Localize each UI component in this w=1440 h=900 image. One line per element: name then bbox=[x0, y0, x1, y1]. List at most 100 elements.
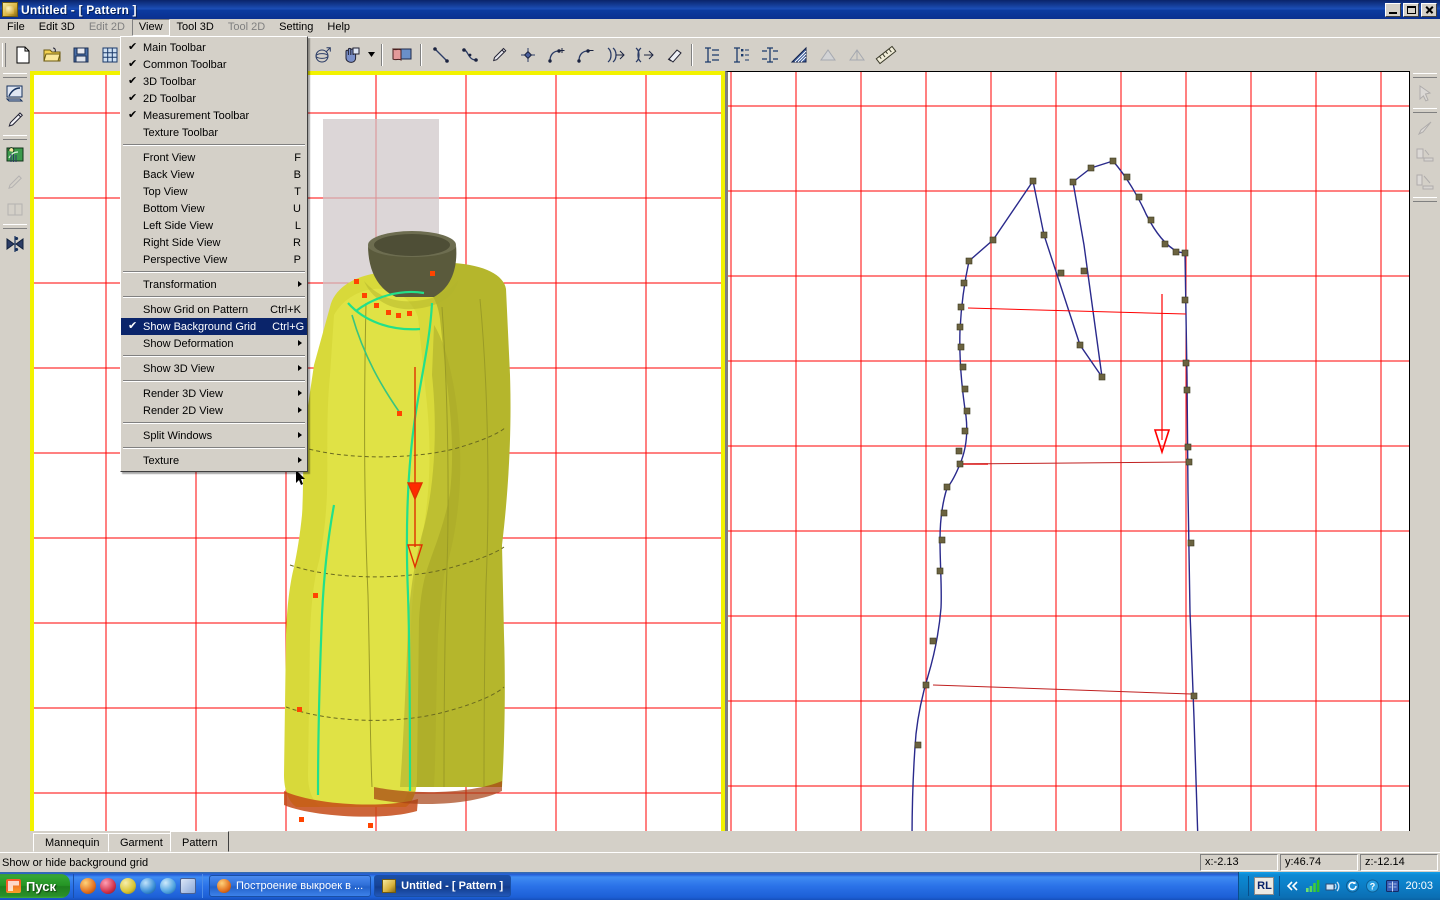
pen-tool-icon[interactable] bbox=[2, 107, 28, 133]
application-window: Untitled - [ Pattern ] File Edit 3D Edit… bbox=[0, 0, 1440, 900]
menu-item-label: Split Windows bbox=[143, 430, 212, 442]
clock[interactable]: 20:03 bbox=[1405, 880, 1433, 892]
help-icon[interactable]: ? bbox=[1365, 879, 1380, 894]
menu-edit-3d[interactable]: Edit 3D bbox=[32, 19, 82, 36]
orbit-icon[interactable] bbox=[309, 42, 336, 68]
menu-item-right-side-view[interactable]: Right Side View R bbox=[121, 234, 307, 251]
tab-garment[interactable]: Garment bbox=[108, 833, 175, 852]
chevron-left-icon[interactable] bbox=[1285, 879, 1300, 894]
2d-pattern-viewport[interactable] bbox=[725, 71, 1410, 837]
texture-map-icon[interactable] bbox=[2, 142, 28, 168]
task-button-browser[interactable]: Построение выкроек в ... bbox=[209, 875, 371, 897]
minimize-button[interactable] bbox=[1385, 3, 1401, 17]
check-icon: ✔ bbox=[128, 76, 137, 87]
sew-right-icon[interactable] bbox=[601, 42, 628, 68]
mannequin-view-icon[interactable] bbox=[2, 80, 28, 106]
chevron-down-icon[interactable] bbox=[366, 42, 377, 68]
menu-item-bottom-view[interactable]: Bottom View U bbox=[121, 200, 307, 217]
menu-item-top-view[interactable]: Top View T bbox=[121, 183, 307, 200]
menu-help[interactable]: Help bbox=[320, 19, 357, 36]
save-icon[interactable] bbox=[67, 42, 94, 68]
menu-item-accel: L bbox=[279, 220, 301, 232]
menu-setting[interactable]: Setting bbox=[272, 19, 320, 36]
menu-item-accel: F bbox=[278, 152, 301, 164]
menu-item-2d-toolbar[interactable]: ✔ 2D Toolbar bbox=[121, 90, 307, 107]
menu-item-back-view[interactable]: Back View B bbox=[121, 166, 307, 183]
tab-mannequin[interactable]: Mannequin bbox=[33, 833, 111, 852]
measure-dotted-icon[interactable] bbox=[727, 42, 754, 68]
open-icon[interactable] bbox=[38, 42, 65, 68]
right-toolbar bbox=[1410, 71, 1440, 837]
task-button-app[interactable]: Untitled - [ Pattern ] bbox=[374, 875, 511, 897]
close-button[interactable] bbox=[1421, 3, 1437, 17]
menu-item-left-side-view[interactable]: Left Side View L bbox=[121, 217, 307, 234]
window-quicklaunch-icon[interactable] bbox=[180, 878, 196, 894]
sync-icon[interactable] bbox=[1345, 879, 1360, 894]
left-toolbar-grip[interactable] bbox=[3, 73, 27, 78]
menu-view[interactable]: View bbox=[132, 19, 170, 36]
measure-length-icon[interactable] bbox=[698, 42, 725, 68]
menu-item-accel: Ctrl+K bbox=[254, 304, 301, 316]
menu-item-transformation[interactable]: Transformation bbox=[121, 276, 307, 293]
sew-both-icon[interactable] bbox=[630, 42, 657, 68]
new-icon[interactable] bbox=[9, 42, 36, 68]
measure-area-icon[interactable] bbox=[785, 42, 812, 68]
menu-file[interactable]: File bbox=[0, 19, 32, 36]
menu-item-render-2d-view[interactable]: Render 2D View bbox=[121, 402, 307, 419]
menu-item-show-3d-view[interactable]: Show 3D View bbox=[121, 360, 307, 377]
render-flag-icon[interactable] bbox=[388, 42, 415, 68]
point-icon[interactable] bbox=[514, 42, 541, 68]
symmetry-icon[interactable] bbox=[2, 231, 28, 257]
maximize-button[interactable] bbox=[1403, 3, 1419, 17]
network-icon[interactable] bbox=[1325, 879, 1340, 894]
menu-item-render-3d-view[interactable]: Render 3D View bbox=[121, 385, 307, 402]
menu-item-3d-toolbar[interactable]: ✔ 3D Toolbar bbox=[121, 73, 307, 90]
menu-item-split-windows[interactable]: Split Windows bbox=[121, 427, 307, 444]
ie-quicklaunch-icon[interactable] bbox=[140, 878, 156, 894]
menu-item-measurement-toolbar[interactable]: ✔ Measurement Toolbar bbox=[121, 107, 307, 124]
line-segment-icon[interactable] bbox=[427, 42, 454, 68]
dictionary-icon[interactable] bbox=[1385, 879, 1400, 894]
menu-item-front-view[interactable]: Front View F bbox=[121, 149, 307, 166]
start-button[interactable]: Пуск bbox=[0, 874, 70, 898]
menu-item-accel: B bbox=[278, 169, 301, 181]
menu-item-show-grid-on-pattern[interactable]: Show Grid on Pattern Ctrl+K bbox=[121, 301, 307, 318]
menu-item-texture-toolbar[interactable]: Texture Toolbar bbox=[121, 124, 307, 141]
menu-item-show-deformation[interactable]: Show Deformation bbox=[121, 335, 307, 352]
add-point-icon[interactable] bbox=[543, 42, 570, 68]
submenu-arrow-icon bbox=[298, 340, 302, 346]
winamp-quicklaunch-icon[interactable] bbox=[120, 878, 136, 894]
language-indicator[interactable]: RL bbox=[1254, 877, 1274, 895]
menu-item-show-background-grid[interactable]: ✔ Show Background Grid Ctrl+G bbox=[121, 318, 307, 335]
opera-quicklaunch-icon[interactable] bbox=[100, 878, 116, 894]
menu-item-perspective-view[interactable]: Perspective View P bbox=[121, 251, 307, 268]
menu-item-label: 3D Toolbar bbox=[143, 76, 196, 88]
menu-item-accel: Ctrl+G bbox=[256, 321, 304, 333]
menu-item-main-toolbar[interactable]: ✔ Main Toolbar bbox=[121, 39, 307, 56]
pen-alt-icon bbox=[2, 169, 28, 195]
eraser-icon[interactable] bbox=[659, 42, 686, 68]
toolbar-grip[interactable] bbox=[2, 43, 6, 67]
dart-icon bbox=[814, 42, 841, 68]
menu-item-accel: R bbox=[277, 237, 301, 249]
submenu-arrow-icon bbox=[298, 365, 302, 371]
pan-hand-icon[interactable] bbox=[338, 42, 365, 68]
status-bar: Show or hide background grid x:-2.13 y:4… bbox=[0, 852, 1440, 872]
menu-tool-3d[interactable]: Tool 3D bbox=[170, 19, 221, 36]
explorer-quicklaunch-icon[interactable] bbox=[160, 878, 176, 894]
tab-pattern[interactable]: Pattern bbox=[170, 831, 229, 852]
coordinate-readouts: x:-2.13 y:46.74 z:-12.14 bbox=[1200, 854, 1440, 871]
pencil-icon[interactable] bbox=[485, 42, 512, 68]
ruler-icon[interactable] bbox=[872, 42, 899, 68]
title-bar: Untitled - [ Pattern ] bbox=[0, 0, 1440, 19]
grid-icon[interactable] bbox=[96, 42, 123, 68]
menu-item-label: Texture Toolbar bbox=[143, 127, 218, 139]
measure-segment-icon[interactable] bbox=[756, 42, 783, 68]
menu-item-texture[interactable]: Texture bbox=[121, 452, 307, 469]
delete-point-icon[interactable] bbox=[572, 42, 599, 68]
signal-bars-icon[interactable] bbox=[1305, 879, 1320, 894]
right-toolbar-grip[interactable] bbox=[1413, 73, 1437, 78]
curve-icon[interactable] bbox=[456, 42, 483, 68]
firefox-quicklaunch-icon[interactable] bbox=[80, 878, 96, 894]
menu-item-common-toolbar[interactable]: ✔ Common Toolbar bbox=[121, 56, 307, 73]
